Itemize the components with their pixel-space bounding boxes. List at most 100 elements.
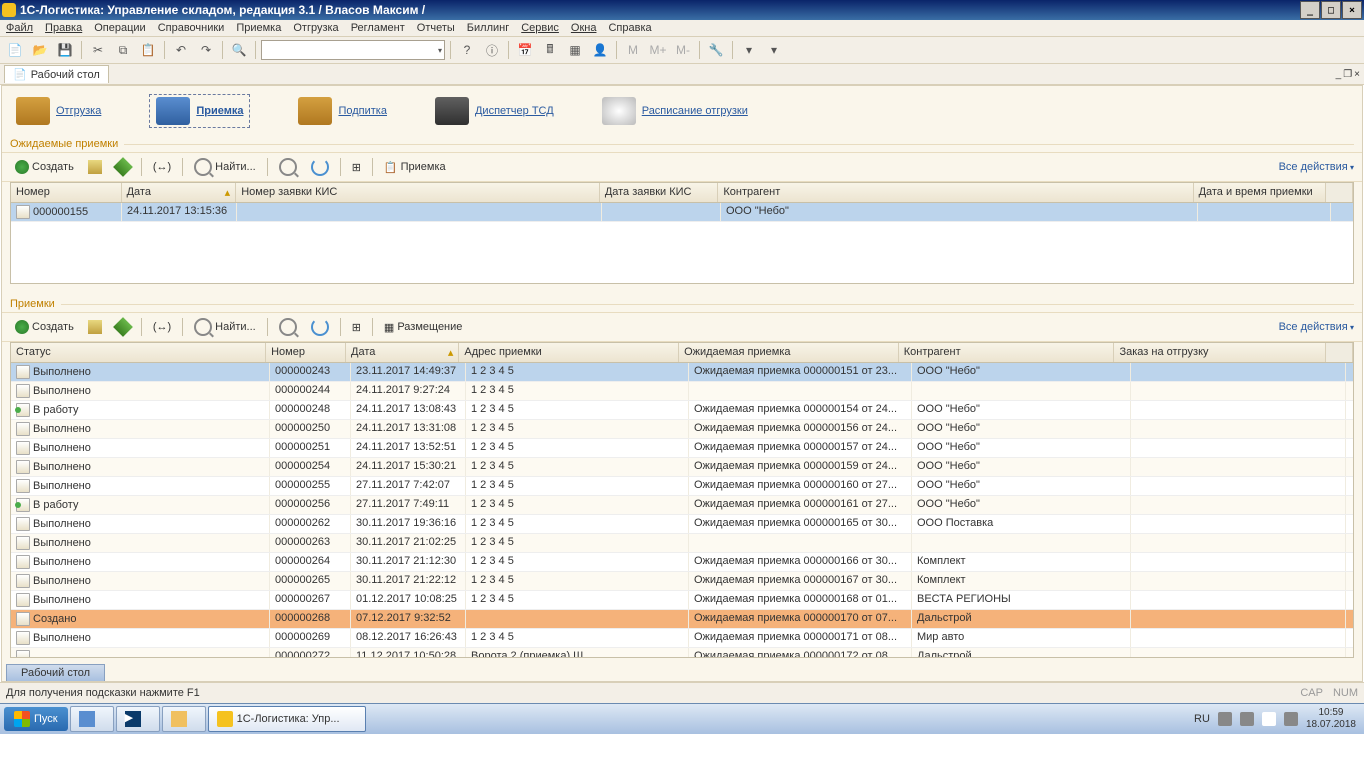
m-icon[interactable]: M — [622, 39, 644, 61]
table-row[interactable]: 00000027211.12.2017 10:50:28Ворота 2 (пр… — [11, 648, 1353, 657]
col-agent[interactable]: Контрагент — [718, 183, 1193, 202]
nav-raspisanie[interactable]: Расписание отгрузки — [602, 97, 748, 125]
menu-references[interactable]: Справочники — [158, 22, 225, 34]
drop1-icon[interactable]: ▾ — [738, 39, 760, 61]
menu-reports[interactable]: Отчеты — [417, 22, 455, 34]
col-kis-date[interactable]: Дата заявки КИС — [600, 183, 719, 202]
redo-icon[interactable]: ↷ — [195, 39, 217, 61]
m-minus-icon[interactable]: M- — [672, 39, 694, 61]
clear-filter-button[interactable] — [274, 316, 302, 338]
quick-search-combo[interactable]: ▾ — [261, 40, 445, 60]
maximize-button[interactable]: □ — [1321, 1, 1341, 19]
close-button[interactable]: × — [1342, 1, 1362, 19]
refresh-button[interactable] — [306, 316, 334, 338]
help-icon[interactable]: ? — [456, 39, 478, 61]
lang-indicator[interactable]: RU — [1194, 713, 1210, 725]
doc-tab-desktop[interactable]: Рабочий стол — [6, 664, 105, 681]
find-button[interactable]: Найти... — [189, 156, 261, 178]
info-icon[interactable]: ⓘ — [481, 39, 503, 61]
nav-otgruzka[interactable]: Отгрузка — [16, 97, 101, 125]
taskbar-app[interactable]: 1С-Логистика: Упр... — [208, 706, 366, 732]
menu-edit[interactable]: Правка — [45, 22, 82, 34]
table-row[interactable]: Выполнено00000026908.12.2017 16:26:431 2… — [11, 629, 1353, 648]
refresh-button[interactable] — [306, 156, 334, 178]
menu-help[interactable]: Справка — [608, 22, 651, 34]
settings-icon[interactable]: 🔧 — [705, 39, 727, 61]
user-icon[interactable]: 👤 — [589, 39, 611, 61]
table-row[interactable]: Выполнено00000025527.11.2017 7:42:071 2 … — [11, 477, 1353, 496]
col-agent[interactable]: Контрагент — [899, 343, 1115, 362]
calendar-icon[interactable]: 📅 — [514, 39, 536, 61]
col-expected[interactable]: Ожидаемая приемка — [679, 343, 899, 362]
nav-dispatcher[interactable]: Диспетчер ТСД — [435, 97, 554, 125]
table-row[interactable]: Выполнено00000026430.11.2017 21:12:301 2… — [11, 553, 1353, 572]
menu-income[interactable]: Приемка — [236, 22, 281, 34]
taskbar-powershell[interactable]: ▶ — [116, 706, 160, 732]
copy-button[interactable] — [83, 158, 107, 176]
cut-icon[interactable]: ✂ — [87, 39, 109, 61]
m-plus-icon[interactable]: M+ — [647, 39, 669, 61]
table-row[interactable]: Создано00000026807.12.2017 9:32:52Ожидае… — [11, 610, 1353, 629]
col-date[interactable]: Дата ▴ — [122, 183, 237, 202]
tray-flag-icon[interactable] — [1262, 712, 1276, 726]
create-button[interactable]: Создать — [10, 318, 79, 336]
col-delivery-dt[interactable]: Дата и время приемки — [1194, 183, 1327, 202]
table-row[interactable]: 000000155 24.11.2017 13:15:36 ООО "Небо" — [11, 203, 1353, 222]
table-row[interactable]: Выполнено00000025124.11.2017 13:52:511 2… — [11, 439, 1353, 458]
menu-operations[interactable]: Операции — [94, 22, 145, 34]
table-row[interactable]: Выполнено00000026230.11.2017 19:36:161 2… — [11, 515, 1353, 534]
find-icon[interactable]: 🔍 — [228, 39, 250, 61]
col-date[interactable]: Дата ▴ — [346, 343, 459, 362]
undo-icon[interactable]: ↶ — [170, 39, 192, 61]
table-icon[interactable]: ▦ — [564, 39, 586, 61]
col-number[interactable]: Номер — [11, 183, 122, 202]
minimize-button[interactable]: _ — [1300, 1, 1320, 19]
nav-podpitka[interactable]: Подпитка — [298, 97, 387, 125]
taskbar-explorer[interactable] — [70, 706, 114, 732]
menu-reglament[interactable]: Регламент — [351, 22, 405, 34]
new-doc-icon[interactable]: 📄 — [4, 39, 26, 61]
save-icon[interactable]: 💾 — [54, 39, 76, 61]
find-button[interactable]: Найти... — [189, 316, 261, 338]
menu-file[interactable]: Файл — [6, 22, 33, 34]
menu-billing[interactable]: Биллинг — [467, 22, 509, 34]
open-icon[interactable]: 📂 — [29, 39, 51, 61]
table-row[interactable]: Выполнено00000024424.11.2017 9:27:241 2 … — [11, 382, 1353, 401]
action-placement-button[interactable]: ▦ Размещение — [379, 319, 467, 336]
table-row[interactable]: В работу00000025627.11.2017 7:49:111 2 3… — [11, 496, 1353, 515]
tray-sound-icon[interactable] — [1284, 712, 1298, 726]
tab-minimize-icon[interactable]: _ — [1336, 69, 1342, 80]
col-address[interactable]: Адрес приемки — [459, 343, 679, 362]
tray-icon[interactable] — [1240, 712, 1254, 726]
copy-icon[interactable]: ⧉ — [112, 39, 134, 61]
taskbar-folder[interactable] — [162, 706, 206, 732]
table-row[interactable]: Выполнено00000026530.11.2017 21:22:121 2… — [11, 572, 1353, 591]
col-status[interactable]: Статус — [11, 343, 266, 362]
start-button[interactable]: Пуск — [4, 707, 68, 731]
tab-restore-icon[interactable]: ❐ — [1343, 69, 1352, 80]
col-kis-num[interactable]: Номер заявки КИС — [236, 183, 600, 202]
menu-service[interactable]: Сервис — [521, 22, 559, 34]
edit-button[interactable] — [111, 318, 135, 336]
table-row[interactable]: Выполнено00000025424.11.2017 15:30:211 2… — [11, 458, 1353, 477]
nav-priemka[interactable]: Приемка — [149, 94, 250, 128]
col-order[interactable]: Заказ на отгрузку — [1114, 343, 1326, 362]
tray-icon[interactable] — [1218, 712, 1232, 726]
tree-button[interactable]: ⊞ — [347, 319, 366, 336]
table-row[interactable]: В работу00000024824.11.2017 13:08:431 2 … — [11, 401, 1353, 420]
menu-outcome[interactable]: Отгрузка — [293, 22, 338, 34]
table-row[interactable]: Выполнено00000025024.11.2017 13:31:081 2… — [11, 420, 1353, 439]
create-button[interactable]: Создать — [10, 158, 79, 176]
swap-button[interactable]: (↔) — [148, 319, 176, 335]
table-row[interactable]: Выполнено00000024323.11.2017 14:49:371 2… — [11, 363, 1353, 382]
table-row[interactable]: Выполнено00000026701.12.2017 10:08:251 2… — [11, 591, 1353, 610]
drop2-icon[interactable]: ▾ — [763, 39, 785, 61]
edit-button[interactable] — [111, 158, 135, 176]
tab-close-icon[interactable]: × — [1354, 69, 1360, 80]
swap-button[interactable]: (↔) — [148, 159, 176, 175]
tree-button[interactable]: ⊞ — [347, 159, 366, 176]
clear-filter-button[interactable] — [274, 156, 302, 178]
copy-button[interactable] — [83, 318, 107, 336]
paste-icon[interactable]: 📋 — [137, 39, 159, 61]
clock[interactable]: 10:5918.07.2018 — [1306, 707, 1356, 731]
